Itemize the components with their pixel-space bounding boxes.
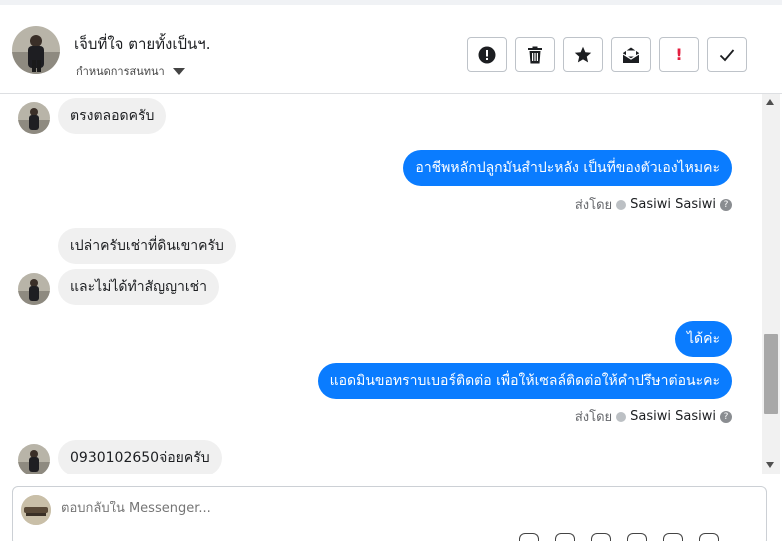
sent-by-info: ส่งโดย Sasiwi Sasiwi ? bbox=[575, 194, 732, 215]
sent-by-info: ส่งโดย Sasiwi Sasiwi ? bbox=[575, 406, 732, 427]
saved-reply-icon[interactable] bbox=[663, 533, 683, 541]
composer-toolbar bbox=[519, 533, 719, 541]
scroll-down-arrow-icon[interactable] bbox=[766, 462, 774, 468]
reply-input[interactable] bbox=[61, 501, 561, 516]
message-bubble-outgoing[interactable]: อาชีพหลักปลูกมันสำปะหลัง เป็นที่ของตัวเอ… bbox=[403, 150, 732, 186]
help-icon[interactable]: ? bbox=[720, 198, 732, 211]
message-bubble-outgoing[interactable]: ได้ค่ะ bbox=[674, 321, 732, 357]
message-bubble-incoming[interactable]: และไม่ได้ทำสัญญาเช่า bbox=[58, 269, 220, 305]
star-icon bbox=[574, 46, 592, 62]
mark-unread-icon bbox=[622, 47, 640, 63]
mark-done-button[interactable] bbox=[707, 37, 747, 72]
sender-avatar[interactable] bbox=[18, 273, 50, 305]
exclamation-circle-icon bbox=[478, 46, 496, 63]
sent-by-name[interactable]: Sasiwi Sasiwi bbox=[630, 409, 716, 424]
caret-down-icon bbox=[172, 67, 185, 75]
scroll-up-arrow-icon[interactable] bbox=[766, 99, 774, 105]
spam-button[interactable]: ! bbox=[659, 37, 699, 72]
conversation-label-dropdown[interactable]: กำหนดการสนทนา bbox=[76, 62, 185, 80]
message-bubble-outgoing[interactable]: แอดมินขอทราบเบอร์ติดต่อ เพื่อให้เซลล์ติด… bbox=[317, 363, 732, 399]
sent-by-name[interactable]: Sasiwi Sasiwi bbox=[630, 197, 716, 212]
attachment-icon[interactable] bbox=[519, 533, 539, 541]
verified-dot-icon bbox=[616, 411, 627, 422]
report-button[interactable] bbox=[467, 37, 507, 72]
contact-name: เจ็บที่ใจ ตายทั้งเป็นฯ. bbox=[74, 35, 211, 53]
thread-scrollbar[interactable] bbox=[762, 94, 780, 474]
sent-by-prefix: ส่งโดย bbox=[574, 410, 613, 425]
help-icon[interactable]: ? bbox=[720, 410, 732, 423]
conversation-header: เจ็บที่ใจ ตายทั้งเป็นฯ. กำหนดการสนทนา ! bbox=[0, 0, 782, 94]
image-icon[interactable] bbox=[591, 533, 611, 541]
star-button[interactable] bbox=[563, 37, 603, 72]
page-avatar bbox=[21, 495, 51, 525]
conversation-toolbar: ! bbox=[467, 37, 747, 72]
sender-avatar[interactable] bbox=[18, 102, 50, 134]
contact-avatar[interactable] bbox=[12, 26, 60, 74]
message-bubble-incoming[interactable]: ตรงตลอดครับ bbox=[58, 98, 167, 134]
mark-unread-button[interactable] bbox=[611, 37, 651, 72]
message-bubble-incoming[interactable]: เปล่าครับเช่าที่ดินเขาครับ bbox=[58, 228, 236, 264]
verified-dot-icon bbox=[616, 199, 627, 210]
checkmark-icon bbox=[719, 48, 735, 61]
scrollbar-thumb[interactable] bbox=[764, 334, 778, 414]
message-thread: ตรงตลอดครับ อาชีพหลักปลูกมันสำปะหลัง เป็… bbox=[0, 94, 762, 474]
trash-icon bbox=[528, 46, 542, 63]
message-bubble-incoming[interactable]: 0930102650จ่อยครับ bbox=[58, 440, 222, 474]
link-icon[interactable] bbox=[555, 533, 575, 541]
sender-avatar[interactable] bbox=[18, 444, 50, 474]
emoji-icon[interactable] bbox=[627, 533, 647, 541]
like-icon[interactable] bbox=[699, 533, 719, 541]
conversation-label-text: กำหนดการสนทนา bbox=[76, 65, 165, 78]
spam-flag-icon: ! bbox=[675, 45, 683, 64]
reply-composer bbox=[12, 486, 767, 541]
delete-button[interactable] bbox=[515, 37, 555, 72]
sent-by-prefix: ส่งโดย bbox=[574, 198, 613, 213]
